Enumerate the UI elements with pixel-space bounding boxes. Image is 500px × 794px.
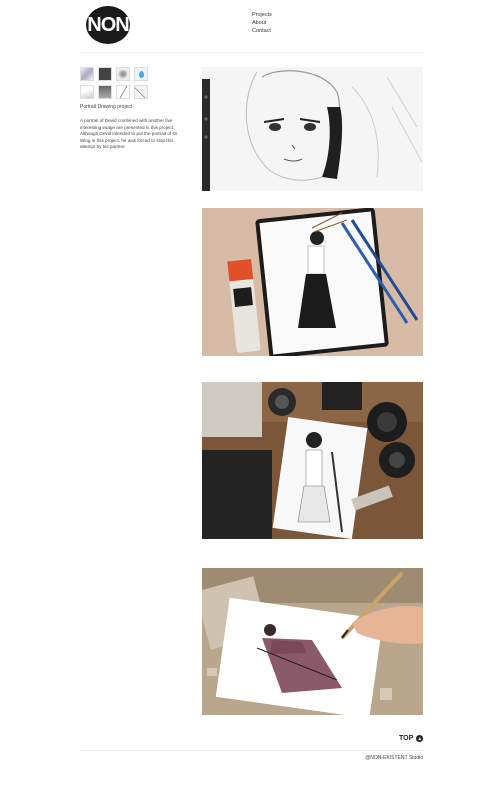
project-image-sketchbook[interactable] bbox=[202, 208, 423, 356]
copyright-text: @NON-EXISTENT Studio bbox=[365, 755, 423, 761]
thumbnail-2[interactable] bbox=[98, 67, 112, 81]
project-description: A portrait of Devid combined with anothe… bbox=[80, 118, 178, 149]
nav-about-link[interactable]: About bbox=[252, 19, 272, 27]
logo-text: NON bbox=[87, 13, 129, 36]
project-image-sketch[interactable] bbox=[202, 67, 423, 191]
nav-contact-link[interactable]: Contact bbox=[252, 27, 272, 35]
thumbnail-7[interactable] bbox=[116, 85, 130, 99]
back-to-top-button[interactable]: TOP ▲ bbox=[399, 735, 424, 742]
project-title: Portrait Drawing project bbox=[80, 104, 133, 110]
arrow-up-icon: ▲ bbox=[416, 735, 424, 742]
footer-divider bbox=[80, 750, 423, 751]
thumbnail-1[interactable] bbox=[80, 67, 94, 81]
thumbnail-3[interactable] bbox=[116, 67, 130, 81]
main-nav: Projects About Contact bbox=[252, 11, 272, 35]
thumbnail-5[interactable] bbox=[80, 85, 94, 99]
project-image-desk[interactable] bbox=[202, 382, 423, 539]
top-label: TOP bbox=[399, 735, 414, 742]
thumbnail-4[interactable] bbox=[134, 67, 148, 81]
thumbnail-6[interactable] bbox=[98, 85, 112, 99]
thumbnail-8[interactable] bbox=[134, 85, 148, 99]
project-image-hand-drawing[interactable] bbox=[202, 568, 423, 715]
nav-projects-link[interactable]: Projects bbox=[252, 11, 272, 19]
studio-logo[interactable]: NON bbox=[86, 6, 130, 44]
project-thumbnails bbox=[80, 67, 148, 99]
header-divider bbox=[80, 52, 423, 53]
